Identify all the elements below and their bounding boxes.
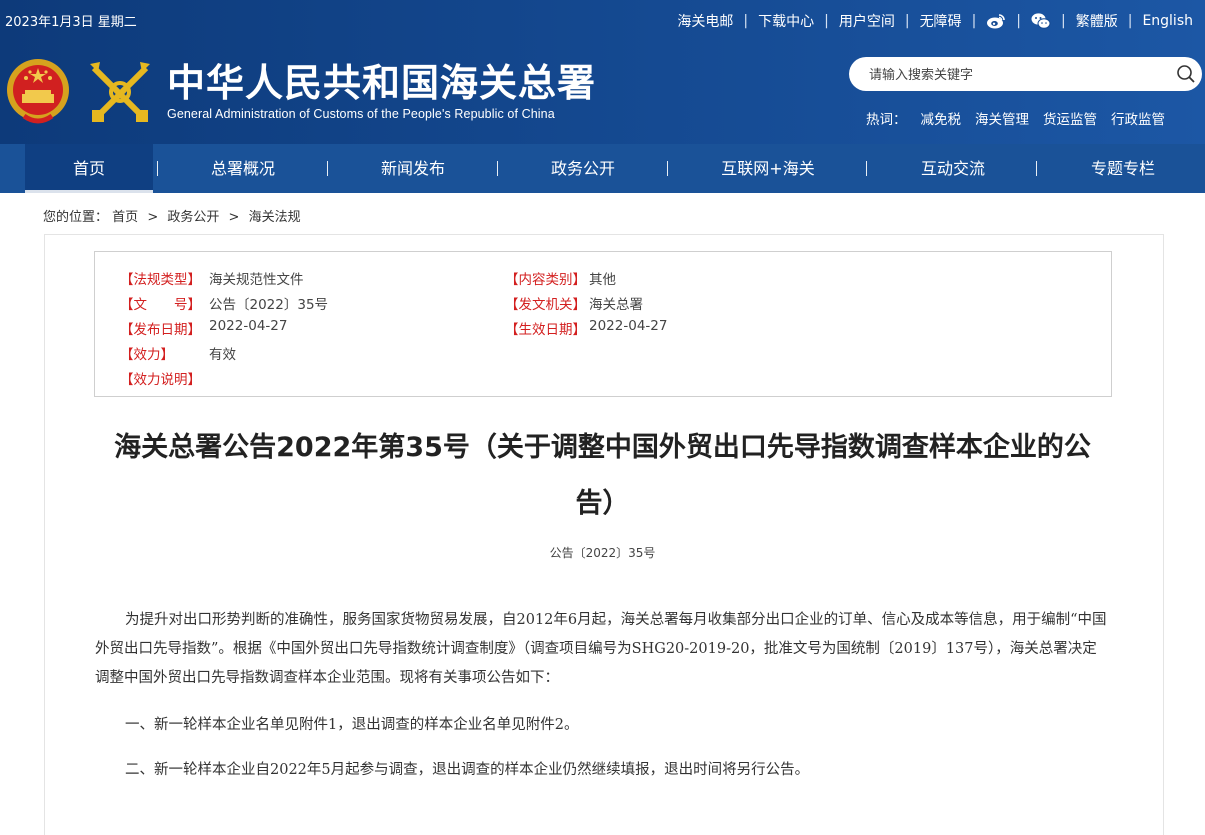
nav-item-news[interactable]: 新闻发布: [340, 144, 486, 193]
separator: |: [1127, 13, 1133, 29]
nav-separator: [667, 161, 668, 176]
meta-regulation-type: 【法规类型】 海关规范性文件: [120, 268, 304, 288]
meta-value: 海关规范性文件: [209, 272, 304, 288]
breadcrumb-government-affairs[interactable]: 政务公开: [167, 210, 219, 225]
meta-validity-note: 【效力说明】: [120, 368, 201, 388]
site-subtitle: General Administration of Customs of the…: [167, 107, 555, 121]
nav-separator: [157, 161, 158, 176]
nav-item-internet-customs[interactable]: 互联网+海关: [690, 144, 846, 193]
document-paragraph: 一、新一轮样本企业名单见附件1，退出调查的样本企业名单见附件2。: [125, 717, 579, 733]
site-title: 中华人民共和国海关总署: [167, 60, 597, 105]
document-title: 海关总署公告2022年第35号（关于调整中国外贸出口先导指数调查样本企业的公告）: [114, 432, 1091, 519]
document-paragraph: 二、新一轮样本企业自2022年5月起参与调查，退出调查的样本企业仍然继续填报，退…: [125, 762, 810, 778]
meta-label: 【发文机关】: [505, 297, 586, 313]
customs-logo-icon[interactable]: [84, 58, 156, 128]
meta-issuing-authority: 【发文机关】 海关总署: [505, 293, 643, 313]
meta-label: 【效力说明】: [120, 372, 201, 388]
top-link-user-space[interactable]: 用户空间: [839, 11, 895, 31]
meta-document-number: 【文 号】 公告〔2022〕35号: [120, 293, 328, 313]
meta-label: 【文 号】: [120, 297, 201, 313]
hot-word[interactable]: 行政监管: [1111, 108, 1165, 128]
weibo-icon[interactable]: [986, 12, 1006, 30]
meta-label: 【效力】: [120, 347, 174, 363]
meta-effective-date: 【生效日期】 2022-04-27: [505, 318, 667, 338]
meta-validity: 【效力】 有效: [120, 343, 236, 363]
document-meta-box: 【法规类型】 海关规范性文件 【内容类别】 其他 【文 号】 公告〔2022〕3…: [94, 251, 1112, 397]
national-emblem-icon[interactable]: [4, 56, 72, 128]
breadcrumb-separator: >: [228, 210, 240, 225]
meta-label: 【生效日期】: [505, 322, 586, 338]
meta-publish-date: 【发布日期】 2022-04-27: [120, 318, 287, 338]
meta-value: 2022-04-27: [589, 318, 668, 334]
separator: |: [971, 13, 977, 29]
document-paragraph: 为提升对出口形势判断的准确性，服务国家货物贸易发展，自2012年6月起，海关总署…: [95, 612, 1107, 686]
meta-label: 【发布日期】: [120, 322, 201, 338]
lang-traditional[interactable]: 繁體版: [1076, 11, 1118, 31]
nav-separator: [327, 161, 328, 176]
search-icon[interactable]: [1176, 64, 1196, 84]
meta-label: 【法规类型】: [120, 272, 201, 288]
search-input[interactable]: [867, 63, 1161, 87]
hot-words-label: 热词：: [866, 112, 907, 128]
nav-separator: [866, 161, 867, 176]
wechat-icon[interactable]: [1031, 12, 1051, 30]
main-nav: 首页 总署概况 新闻发布 政务公开 互联网+海关 互动交流 专题专栏: [0, 144, 1205, 193]
meta-value: 其他: [589, 272, 616, 288]
separator: |: [824, 13, 829, 29]
nav-item-interaction[interactable]: 互动交流: [880, 144, 1026, 193]
nav-item-home[interactable]: 首页: [25, 144, 153, 193]
meta-label: 【内容类别】: [505, 272, 586, 288]
hot-word[interactable]: 减免税: [921, 108, 962, 128]
breadcrumb-separator: >: [147, 210, 159, 225]
meta-value: 公告〔2022〕35号: [209, 297, 329, 313]
top-link-download[interactable]: 下载中心: [758, 11, 814, 31]
separator: |: [743, 13, 749, 29]
nav-item-overview[interactable]: 总署概况: [170, 144, 316, 193]
hot-words: 热词： 减免税 海关管理 货运监管 行政监管: [866, 108, 1165, 128]
top-links: 海关电邮 | 下载中心 | 用户空间 | 无障碍 | | | 繁體版 | Eng…: [677, 11, 1193, 31]
search-box: [849, 57, 1202, 91]
breadcrumb-home[interactable]: 首页: [112, 210, 138, 225]
separator: |: [904, 13, 910, 29]
nav-item-special-topics[interactable]: 专题专栏: [1050, 144, 1196, 193]
breadcrumb-customs-regulations[interactable]: 海关法规: [249, 210, 301, 225]
nav-separator: [497, 161, 498, 176]
meta-value: 海关总署: [589, 297, 643, 313]
meta-content-category: 【内容类别】 其他: [505, 268, 616, 288]
separator: |: [1061, 13, 1066, 29]
site-header: 2023年1月3日 星期二 海关电邮 | 下载中心 | 用户空间 | 无障碍 |…: [0, 0, 1205, 144]
hot-word[interactable]: 货运监管: [1043, 108, 1097, 128]
top-link-accessibility[interactable]: 无障碍: [920, 11, 962, 31]
meta-value: 有效: [209, 347, 236, 363]
top-link-email[interactable]: 海关电邮: [677, 11, 733, 31]
breadcrumb: 您的位置： 首页 > 政务公开 > 海关法规: [43, 206, 301, 225]
meta-value: 2022-04-27: [209, 318, 288, 334]
hot-word[interactable]: 海关管理: [975, 108, 1029, 128]
document-number: 公告〔2022〕35号: [549, 546, 656, 560]
nav-separator: [1036, 161, 1037, 176]
lang-english[interactable]: English: [1142, 13, 1193, 29]
separator: |: [1016, 13, 1021, 29]
current-date: 2023年1月3日 星期二: [5, 15, 137, 30]
breadcrumb-prefix: 您的位置：: [43, 210, 109, 225]
nav-item-government-affairs[interactable]: 政务公开: [510, 144, 656, 193]
